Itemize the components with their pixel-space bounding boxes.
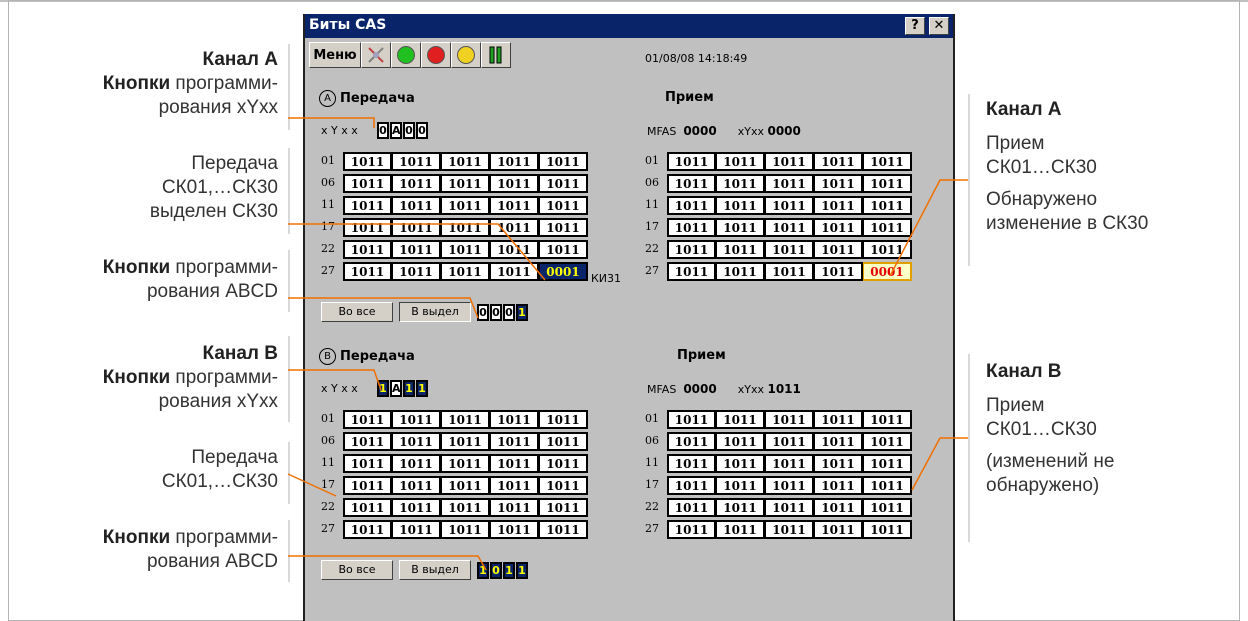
leader-line bbox=[287, 473, 337, 497]
leader-line bbox=[911, 437, 968, 491]
leader-line bbox=[288, 223, 546, 281]
leader-lines bbox=[287, 117, 968, 571]
leader-line bbox=[889, 179, 968, 277]
leader-line bbox=[288, 117, 375, 128]
leader-line bbox=[288, 297, 479, 319]
leader-line bbox=[288, 369, 382, 391]
leader-line bbox=[288, 555, 487, 571]
